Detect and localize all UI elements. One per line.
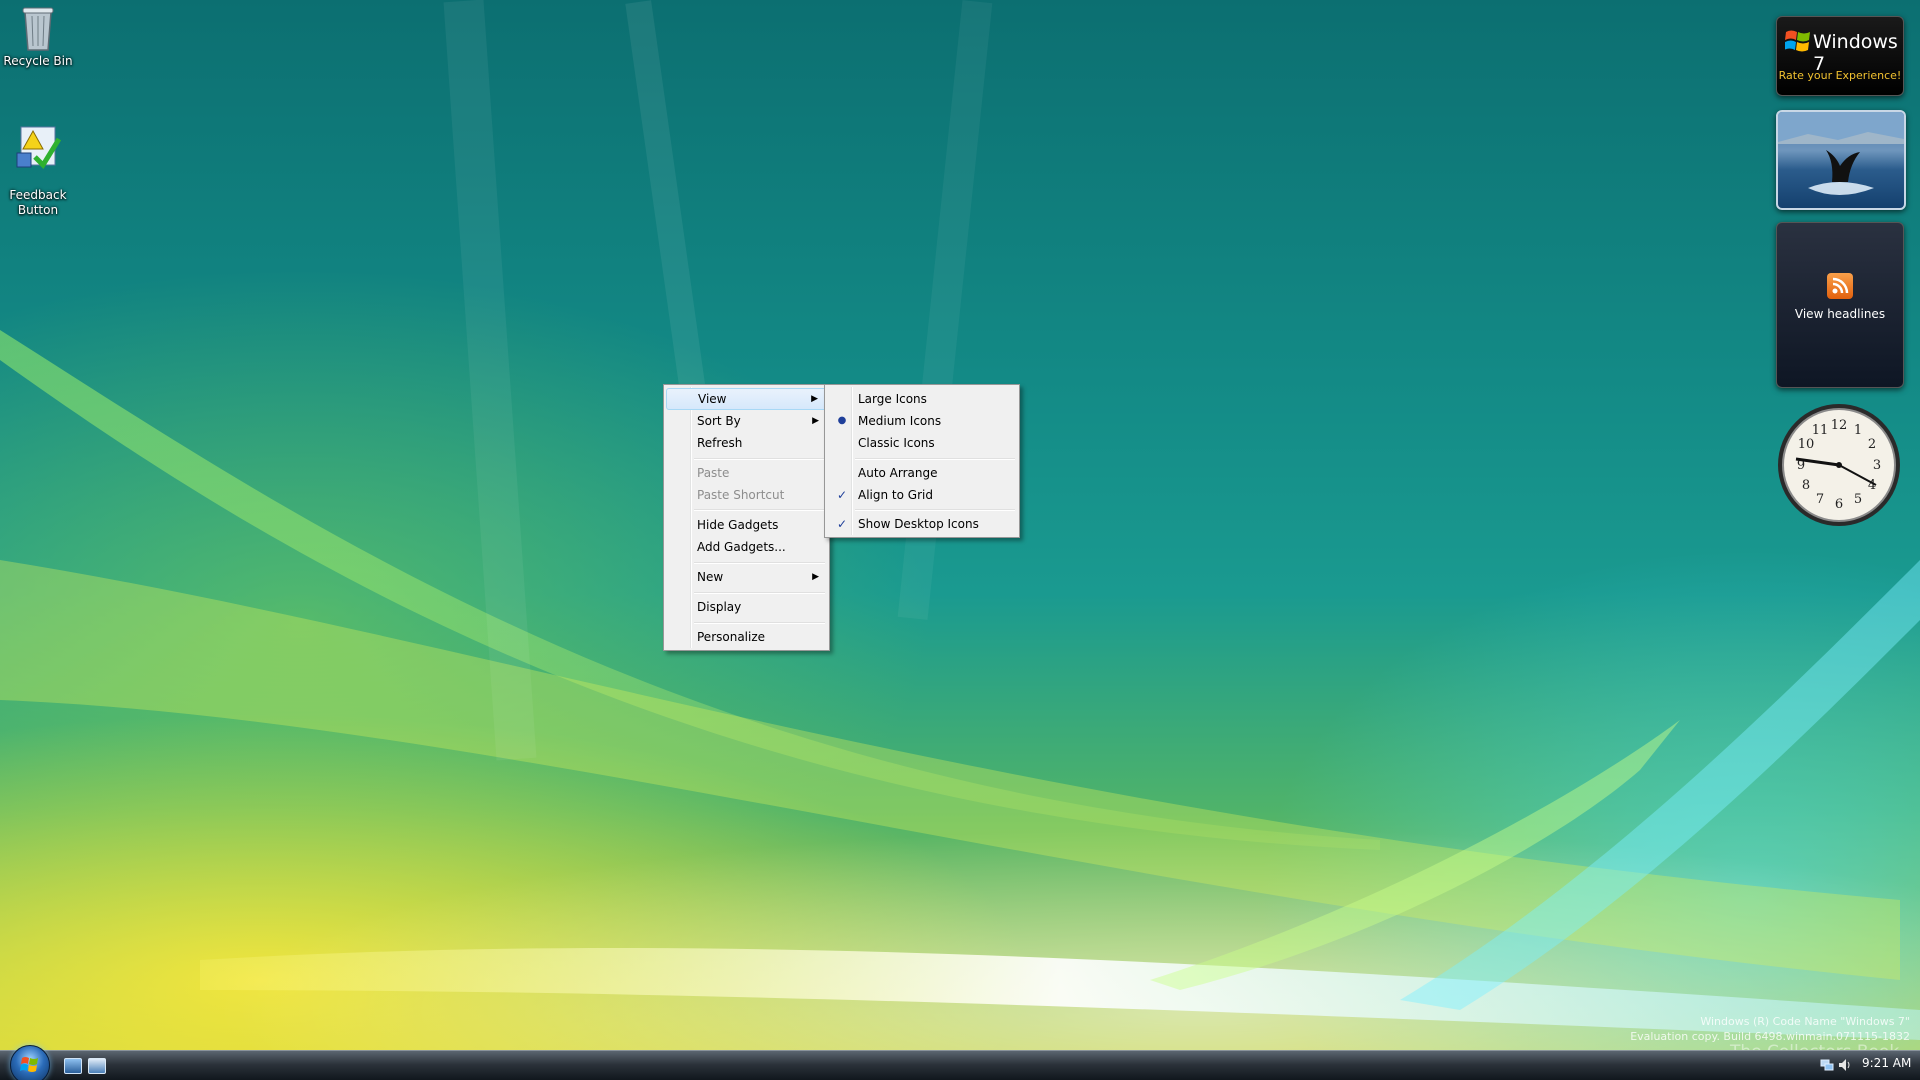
desktop-background[interactable] <box>0 0 1920 1080</box>
menu-item-label: New <box>697 570 724 584</box>
menu-item-label: Classic Icons <box>858 436 935 450</box>
checkmark-icon: ✓ <box>836 517 848 531</box>
view-headlines-link[interactable]: View headlines <box>1777 307 1903 321</box>
menu-separator <box>694 622 825 624</box>
menu-item-sort-by[interactable]: Sort By ▶ <box>666 410 827 432</box>
menu-item-show-desktop-icons[interactable]: ✓ Show Desktop Icons <box>827 513 1017 535</box>
desktop-icon-feedback-button[interactable]: Feedback Button <box>0 108 76 218</box>
menu-item-paste-shortcut[interactable]: Paste Shortcut <box>666 484 827 506</box>
menu-item-view[interactable]: View ▶ <box>666 388 827 410</box>
desktop-icon-label: Feedback Button <box>9 188 67 217</box>
clock-numeral-12: 12 <box>1831 418 1848 433</box>
menu-item-auto-arrange[interactable]: Auto Arrange <box>827 462 1017 484</box>
submenu-arrow-icon: ▶ <box>812 572 819 582</box>
menu-item-hide-gadgets[interactable]: Hide Gadgets <box>666 514 827 536</box>
menu-separator <box>694 592 825 594</box>
clock-gadget[interactable]: 12 1 2 3 4 5 6 7 8 9 10 11 <box>1776 402 1902 528</box>
clock-numeral-3: 3 <box>1873 458 1881 473</box>
menu-item-label: Show Desktop Icons <box>858 517 979 531</box>
menu-item-refresh[interactable]: Refresh <box>666 432 827 454</box>
clock-face: 12 1 2 3 4 5 6 7 8 9 10 11 <box>1778 404 1900 526</box>
radio-selected-icon: ● <box>837 415 847 426</box>
network-icon[interactable] <box>1820 1058 1834 1072</box>
menu-item-display[interactable]: Display <box>666 596 827 618</box>
menu-item-label: Display <box>697 600 742 614</box>
view-submenu: Large Icons ● Medium Icons Classic Icons… <box>824 384 1020 538</box>
show-desktop-icon[interactable] <box>64 1058 82 1074</box>
menu-item-add-gadgets[interactable]: Add Gadgets... <box>666 536 827 558</box>
menu-item-align-to-grid[interactable]: ✓ Align to Grid <box>827 484 1017 506</box>
menu-separator <box>694 562 825 564</box>
clock-numeral-7: 7 <box>1816 492 1824 507</box>
feedback-icon <box>16 126 61 170</box>
clock-numeral-11: 11 <box>1812 423 1829 438</box>
menu-item-personalize[interactable]: Personalize <box>666 626 827 648</box>
feed-headlines-gadget[interactable]: View headlines <box>1776 222 1904 388</box>
volume-icon[interactable] <box>1838 1058 1852 1072</box>
clock-numeral-1: 1 <box>1854 423 1862 438</box>
build-watermark: Windows (R) Code Name "Windows 7" Evalua… <box>1570 1014 1910 1044</box>
menu-item-large-icons[interactable]: Large Icons <box>827 388 1017 410</box>
menu-item-label: Paste <box>697 466 730 480</box>
switch-windows-icon[interactable] <box>88 1058 106 1074</box>
menu-item-label: Hide Gadgets <box>697 518 779 532</box>
menu-separator <box>694 509 825 511</box>
taskbar-clock[interactable]: 9:21 AM <box>1862 1056 1911 1070</box>
desktop-context-menu: View ▶ Sort By ▶ Refresh Paste Paste Sho… <box>663 384 830 651</box>
menu-item-label: View <box>698 392 727 406</box>
clock-numeral-6: 6 <box>1835 497 1843 512</box>
menu-item-paste[interactable]: Paste <box>666 462 827 484</box>
menu-separator <box>694 458 825 460</box>
clock-numeral-8: 8 <box>1802 478 1810 493</box>
start-button[interactable] <box>10 1045 50 1080</box>
desktop-icon-recycle-bin[interactable]: Recycle Bin <box>0 4 76 69</box>
menu-item-label: Align to Grid <box>858 488 933 502</box>
clock-numeral-2: 2 <box>1868 437 1876 452</box>
windows-flag-icon <box>1785 30 1810 52</box>
menu-item-label: Auto Arrange <box>858 466 938 480</box>
wallpaper-swooshes <box>0 0 1920 1040</box>
windows7-rating-gadget[interactable]: Windows 7 Rate your Experience! <box>1776 16 1904 96</box>
menu-item-label: Personalize <box>697 630 766 644</box>
checkmark-icon: ✓ <box>836 488 848 502</box>
menu-item-label: Paste Shortcut <box>697 488 785 502</box>
menu-separator <box>855 458 1015 460</box>
submenu-arrow-icon: ▶ <box>811 394 818 404</box>
menu-item-label: Sort By <box>697 414 741 428</box>
whale-photo <box>1778 112 1904 195</box>
menu-item-medium-icons[interactable]: ● Medium Icons <box>827 410 1017 432</box>
menu-item-label: Medium Icons <box>858 414 942 428</box>
clock-numeral-10: 10 <box>1798 437 1815 452</box>
taskbar[interactable] <box>0 1050 1920 1080</box>
menu-item-new[interactable]: New ▶ <box>666 566 827 588</box>
rss-icon <box>1827 273 1853 299</box>
clock-numeral-5: 5 <box>1854 492 1862 507</box>
gadget-subtitle[interactable]: Rate your Experience! <box>1777 69 1903 82</box>
menu-item-classic-icons[interactable]: Classic Icons <box>827 432 1017 454</box>
windows-logo-icon <box>20 1057 38 1072</box>
watermark-line-1: Windows (R) Code Name "Windows 7" <box>1700 1015 1910 1028</box>
desktop-icon-label: Recycle Bin <box>3 54 73 68</box>
recycle-bin-icon <box>22 7 54 51</box>
menu-item-label: Refresh <box>697 436 743 450</box>
slideshow-gadget[interactable] <box>1776 110 1906 210</box>
menu-item-label: Large Icons <box>858 392 927 406</box>
menu-item-label: Add Gadgets... <box>697 540 786 554</box>
submenu-arrow-icon: ▶ <box>812 416 819 426</box>
menu-separator <box>855 509 1015 511</box>
